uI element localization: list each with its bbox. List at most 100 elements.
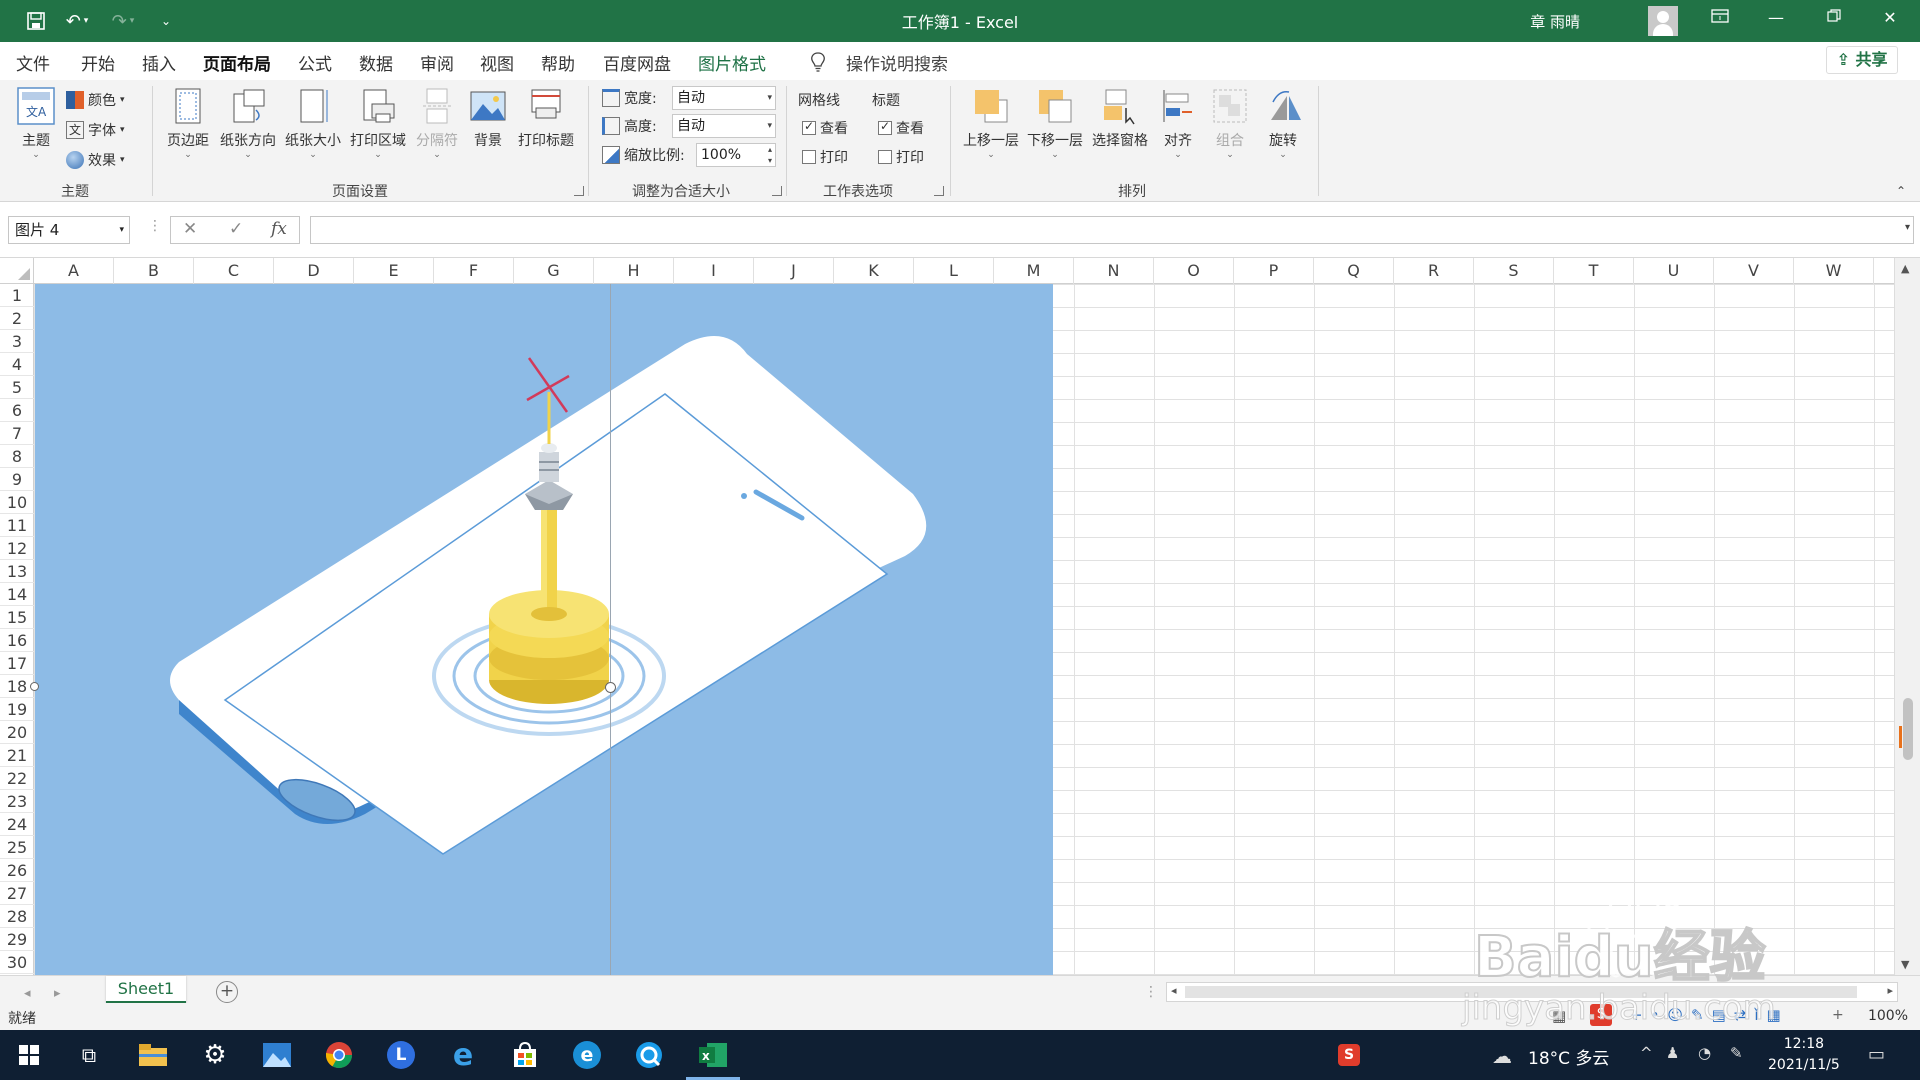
row-header[interactable]: 5 xyxy=(0,376,34,399)
row-header[interactable]: 10 xyxy=(0,491,34,514)
scroll-left-icon[interactable]: ◂ xyxy=(1171,984,1177,997)
row-header[interactable]: 3 xyxy=(0,330,34,353)
row-header[interactable]: 20 xyxy=(0,721,34,744)
edge-icon[interactable]: e xyxy=(568,1036,606,1074)
name-box[interactable]: 图片 4 ▾ xyxy=(8,216,130,244)
tab-baidu-netdisk[interactable]: 百度网盘 xyxy=(603,50,671,75)
tab-review[interactable]: 审阅 xyxy=(420,50,454,75)
row-header[interactable]: 14 xyxy=(0,583,34,606)
column-header[interactable]: I xyxy=(674,258,754,284)
gridlines-print-checkbox[interactable]: 打印 xyxy=(802,145,848,169)
page-setup-launcher-icon[interactable] xyxy=(574,186,584,196)
cancel-icon[interactable]: ✕ xyxy=(183,219,197,239)
vertical-scrollbar[interactable]: ▲ ▼ xyxy=(1894,258,1920,975)
row-header[interactable]: 22 xyxy=(0,767,34,790)
column-header[interactable]: V xyxy=(1714,258,1794,284)
stepper-icon[interactable]: ▴ ▾ xyxy=(768,144,772,166)
network-icon[interactable]: ◔ xyxy=(1698,1044,1711,1062)
column-header[interactable]: Q xyxy=(1314,258,1394,284)
row-header[interactable]: 6 xyxy=(0,399,34,422)
formula-input[interactable] xyxy=(310,216,1914,244)
row-header[interactable]: 17 xyxy=(0,652,34,675)
width-select[interactable]: 自动 ▾ xyxy=(672,86,776,110)
select-all-button[interactable] xyxy=(0,258,34,284)
expand-formula-bar-icon[interactable]: ▾ xyxy=(1905,222,1910,233)
height-select[interactable]: 自动 ▾ xyxy=(672,114,776,138)
column-header[interactable]: T xyxy=(1554,258,1634,284)
gridlines-view-checkbox[interactable]: 查看 xyxy=(802,116,848,140)
scroll-thumb[interactable] xyxy=(1185,986,1857,998)
sheet-tab-sheet1[interactable]: Sheet1 xyxy=(106,976,186,1004)
tab-help[interactable]: 帮助 xyxy=(541,50,575,75)
weather-text[interactable]: 18°C 多云 xyxy=(1528,1044,1609,1069)
column-header[interactable]: M xyxy=(994,258,1074,284)
file-explorer-icon[interactable] xyxy=(134,1036,172,1074)
column-header[interactable]: W xyxy=(1794,258,1874,284)
row-header[interactable]: 18 xyxy=(0,675,34,698)
scroll-up-icon[interactable]: ▲ xyxy=(1901,262,1909,275)
row-header[interactable]: 4 xyxy=(0,353,34,376)
headings-print-checkbox[interactable]: 打印 xyxy=(878,145,924,169)
selection-pane-button[interactable]: 选择窗格 xyxy=(1088,86,1152,150)
column-header[interactable]: K xyxy=(834,258,914,284)
row-header[interactable]: 9 xyxy=(0,468,34,491)
tell-me-search[interactable]: 操作说明搜索 xyxy=(846,50,948,75)
pen-icon[interactable]: ✎ xyxy=(1730,1044,1743,1062)
row-header[interactable]: 7 xyxy=(0,422,34,445)
selected-picture[interactable] xyxy=(30,284,1053,975)
insert-function-icon[interactable]: fx xyxy=(271,219,287,239)
input-method-icon[interactable]: S xyxy=(1590,1004,1612,1026)
column-header[interactable]: S xyxy=(1474,258,1554,284)
background-button[interactable]: 背景 xyxy=(466,86,510,150)
column-header[interactable]: E xyxy=(354,258,434,284)
scale-launcher-icon[interactable] xyxy=(772,186,782,196)
tab-picture-format[interactable]: 图片格式 xyxy=(698,50,766,75)
column-header[interactable]: P xyxy=(1234,258,1314,284)
tab-data[interactable]: 数据 xyxy=(359,50,393,75)
bring-forward-button[interactable]: 上移一层 ⌄ xyxy=(960,86,1022,160)
margins-button[interactable]: 页边距 ⌄ xyxy=(164,86,212,160)
column-header[interactable]: L xyxy=(914,258,994,284)
column-header[interactable]: F xyxy=(434,258,514,284)
user-name[interactable]: 章 雨晴 xyxy=(1530,11,1580,32)
row-header[interactable]: 29 xyxy=(0,928,34,951)
scroll-thumb[interactable] xyxy=(1903,698,1913,760)
view-normal-icon[interactable]: ▦ xyxy=(1552,1007,1566,1025)
column-header[interactable]: O xyxy=(1154,258,1234,284)
row-header[interactable]: 15 xyxy=(0,606,34,629)
row-header[interactable]: 19 xyxy=(0,698,34,721)
close-icon[interactable]: ✕ xyxy=(1870,8,1910,34)
notification-icon[interactable]: ▭ xyxy=(1868,1044,1885,1065)
store-icon[interactable] xyxy=(506,1036,544,1074)
row-header[interactable]: 1 xyxy=(0,284,34,307)
clock[interactable]: 12:18 2021/11/5 xyxy=(1768,1034,1840,1076)
l-app-icon[interactable]: L xyxy=(382,1036,420,1074)
scroll-right-icon[interactable]: ▸ xyxy=(1887,984,1893,997)
headings-view-checkbox[interactable]: 查看 xyxy=(878,116,924,140)
row-header[interactable]: 2 xyxy=(0,307,34,330)
collapse-ribbon-icon[interactable]: ⌃ xyxy=(1896,184,1906,198)
row-header[interactable]: 28 xyxy=(0,905,34,928)
q-app-icon[interactable] xyxy=(630,1036,668,1074)
scroll-down-icon[interactable]: ▼ xyxy=(1901,958,1909,971)
print-area-button[interactable]: 打印区域 ⌄ xyxy=(346,86,410,160)
resize-handle[interactable] xyxy=(30,682,39,691)
rotate-button[interactable]: 旋转 ⌄ xyxy=(1262,86,1304,160)
row-header[interactable]: 27 xyxy=(0,882,34,905)
column-header[interactable]: C xyxy=(194,258,274,284)
send-backward-button[interactable]: 下移一层 ⌄ xyxy=(1024,86,1086,160)
photos-icon[interactable] xyxy=(258,1036,296,1074)
column-header[interactable]: D xyxy=(274,258,354,284)
column-header[interactable]: U xyxy=(1634,258,1714,284)
task-view-icon[interactable]: ⧉ xyxy=(70,1036,108,1074)
row-header[interactable]: 30 xyxy=(0,951,34,974)
zoom-in-icon[interactable]: + xyxy=(1832,1007,1844,1023)
column-header[interactable]: J xyxy=(754,258,834,284)
ribbon-display-icon[interactable] xyxy=(1700,8,1740,34)
prev-sheet-icon[interactable]: ◂ xyxy=(24,986,31,1001)
show-hidden-icons-chevron-icon[interactable]: ^ xyxy=(1640,1044,1653,1062)
tab-insert[interactable]: 插入 xyxy=(142,50,176,75)
group-button[interactable]: 组合 ⌄ xyxy=(1210,86,1250,160)
next-sheet-icon[interactable]: ▸ xyxy=(54,986,61,1001)
row-header[interactable]: 24 xyxy=(0,813,34,836)
